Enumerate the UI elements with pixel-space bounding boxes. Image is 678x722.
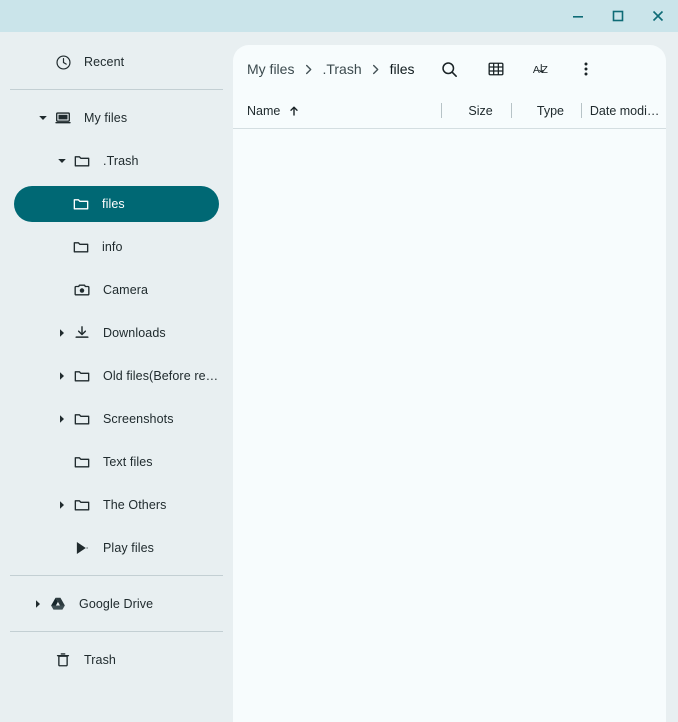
chevron-down-icon[interactable]	[33, 113, 53, 123]
sidebar-divider-trash	[10, 631, 223, 632]
toolbar: My files .Trash files A Z	[233, 45, 666, 93]
svg-text:A: A	[532, 65, 539, 76]
search-button[interactable]	[433, 52, 467, 86]
more-options-button[interactable]	[569, 52, 603, 86]
files-app-window: Recent My files .Trash files info Camera…	[0, 0, 678, 722]
sidebar-item-label: files	[102, 197, 125, 211]
sidebar-item-label: .Trash	[103, 154, 139, 168]
sidebar-item-trash[interactable]: Trash	[14, 642, 219, 678]
chevron-right-icon[interactable]	[28, 599, 48, 609]
chevron-right-icon[interactable]	[52, 371, 72, 381]
folder-icon	[72, 495, 92, 515]
sidebar-item-label: Play files	[103, 541, 155, 555]
download-icon	[72, 323, 92, 343]
close-button[interactable]	[638, 0, 678, 32]
folder-icon	[72, 409, 92, 429]
sidebar-item-label: Text files	[103, 455, 153, 469]
sidebar-item-label: info	[102, 240, 123, 254]
sidebar-item-label: The Others	[103, 498, 167, 512]
sidebar-item-files[interactable]: files	[14, 186, 219, 222]
google-drive-icon	[48, 594, 68, 614]
chevron-right-icon[interactable]	[52, 500, 72, 510]
sidebar-item-label: Recent	[84, 55, 125, 69]
sidebar-item-label: My files	[84, 111, 128, 125]
sort-button[interactable]: A Z	[525, 52, 559, 86]
column-header-name[interactable]: Name	[247, 104, 441, 118]
column-header-date-modified[interactable]: Date modi…	[590, 93, 666, 129]
folder-icon	[72, 366, 92, 386]
sidebar-item-downloads[interactable]: Downloads	[14, 315, 219, 351]
sidebar-item-dot-trash[interactable]: .Trash	[14, 143, 219, 179]
sidebar-item-the-others[interactable]: The Others	[14, 487, 219, 523]
folder-icon	[71, 237, 91, 257]
column-divider	[511, 103, 512, 118]
sidebar-item-label: Old files(Before re…	[103, 369, 219, 383]
sidebar-item-text-files[interactable]: Text files	[14, 444, 219, 480]
sidebar-item-screenshots[interactable]: Screenshots	[14, 401, 219, 437]
sidebar-item-label: Downloads	[103, 326, 166, 340]
sidebar-item-camera[interactable]: Camera	[14, 272, 219, 308]
sidebar-item-label: Trash	[84, 653, 116, 667]
sidebar-divider-drive	[10, 575, 223, 576]
clock-icon	[53, 52, 73, 72]
column-header-type[interactable]: Type	[520, 104, 581, 118]
chevron-down-icon[interactable]	[52, 156, 72, 166]
chevron-right-icon	[294, 64, 322, 75]
camera-icon	[72, 280, 92, 300]
maximize-button[interactable]	[598, 0, 638, 32]
content-panel: My files .Trash files A Z Name Size Type…	[233, 45, 666, 722]
view-toggle-button[interactable]	[479, 52, 513, 86]
title-bar	[0, 0, 678, 32]
sidebar-item-label: Google Drive	[79, 597, 154, 611]
chevron-right-icon[interactable]	[52, 414, 72, 424]
sidebar-item-my-files[interactable]: My files	[14, 100, 219, 136]
sidebar-divider-top	[10, 89, 223, 90]
play-store-icon	[72, 538, 92, 558]
column-header-name-label: Name	[247, 103, 281, 118]
arrow-up-icon	[288, 105, 300, 117]
breadcrumb-files[interactable]: files	[390, 61, 415, 77]
column-divider	[580, 103, 582, 118]
sidebar-item-info[interactable]: info	[14, 229, 219, 265]
sidebar-item-play-files[interactable]: Play files	[14, 530, 219, 566]
grid-view-icon	[487, 60, 505, 78]
file-list[interactable]	[233, 129, 666, 722]
folder-icon	[72, 151, 92, 171]
folder-icon	[71, 194, 91, 214]
breadcrumb-my-files[interactable]: My files	[247, 61, 294, 77]
trash-icon	[53, 650, 73, 670]
sidebar-item-label: Screenshots	[103, 412, 174, 426]
sidebar: Recent My files .Trash files info Camera…	[0, 32, 233, 722]
more-vertical-icon	[577, 60, 595, 78]
column-header-size[interactable]: Size	[450, 104, 511, 118]
chevron-right-icon	[362, 64, 390, 75]
chevron-right-icon[interactable]	[52, 328, 72, 338]
column-divider	[441, 103, 443, 118]
breadcrumb-dot-trash[interactable]: .Trash	[322, 61, 361, 77]
sidebar-item-label: Camera	[103, 283, 149, 297]
column-headers: Name Size Type Date modi…	[233, 93, 666, 129]
minimize-button[interactable]	[558, 0, 598, 32]
sidebar-item-google-drive[interactable]: Google Drive	[14, 586, 219, 622]
sort-az-icon: A Z	[532, 59, 552, 79]
search-icon	[440, 60, 459, 79]
computer-icon	[53, 108, 73, 128]
sidebar-item-recent[interactable]: Recent	[14, 44, 219, 80]
sidebar-item-old-files[interactable]: Old files(Before re…	[14, 358, 219, 394]
folder-icon	[72, 452, 92, 472]
